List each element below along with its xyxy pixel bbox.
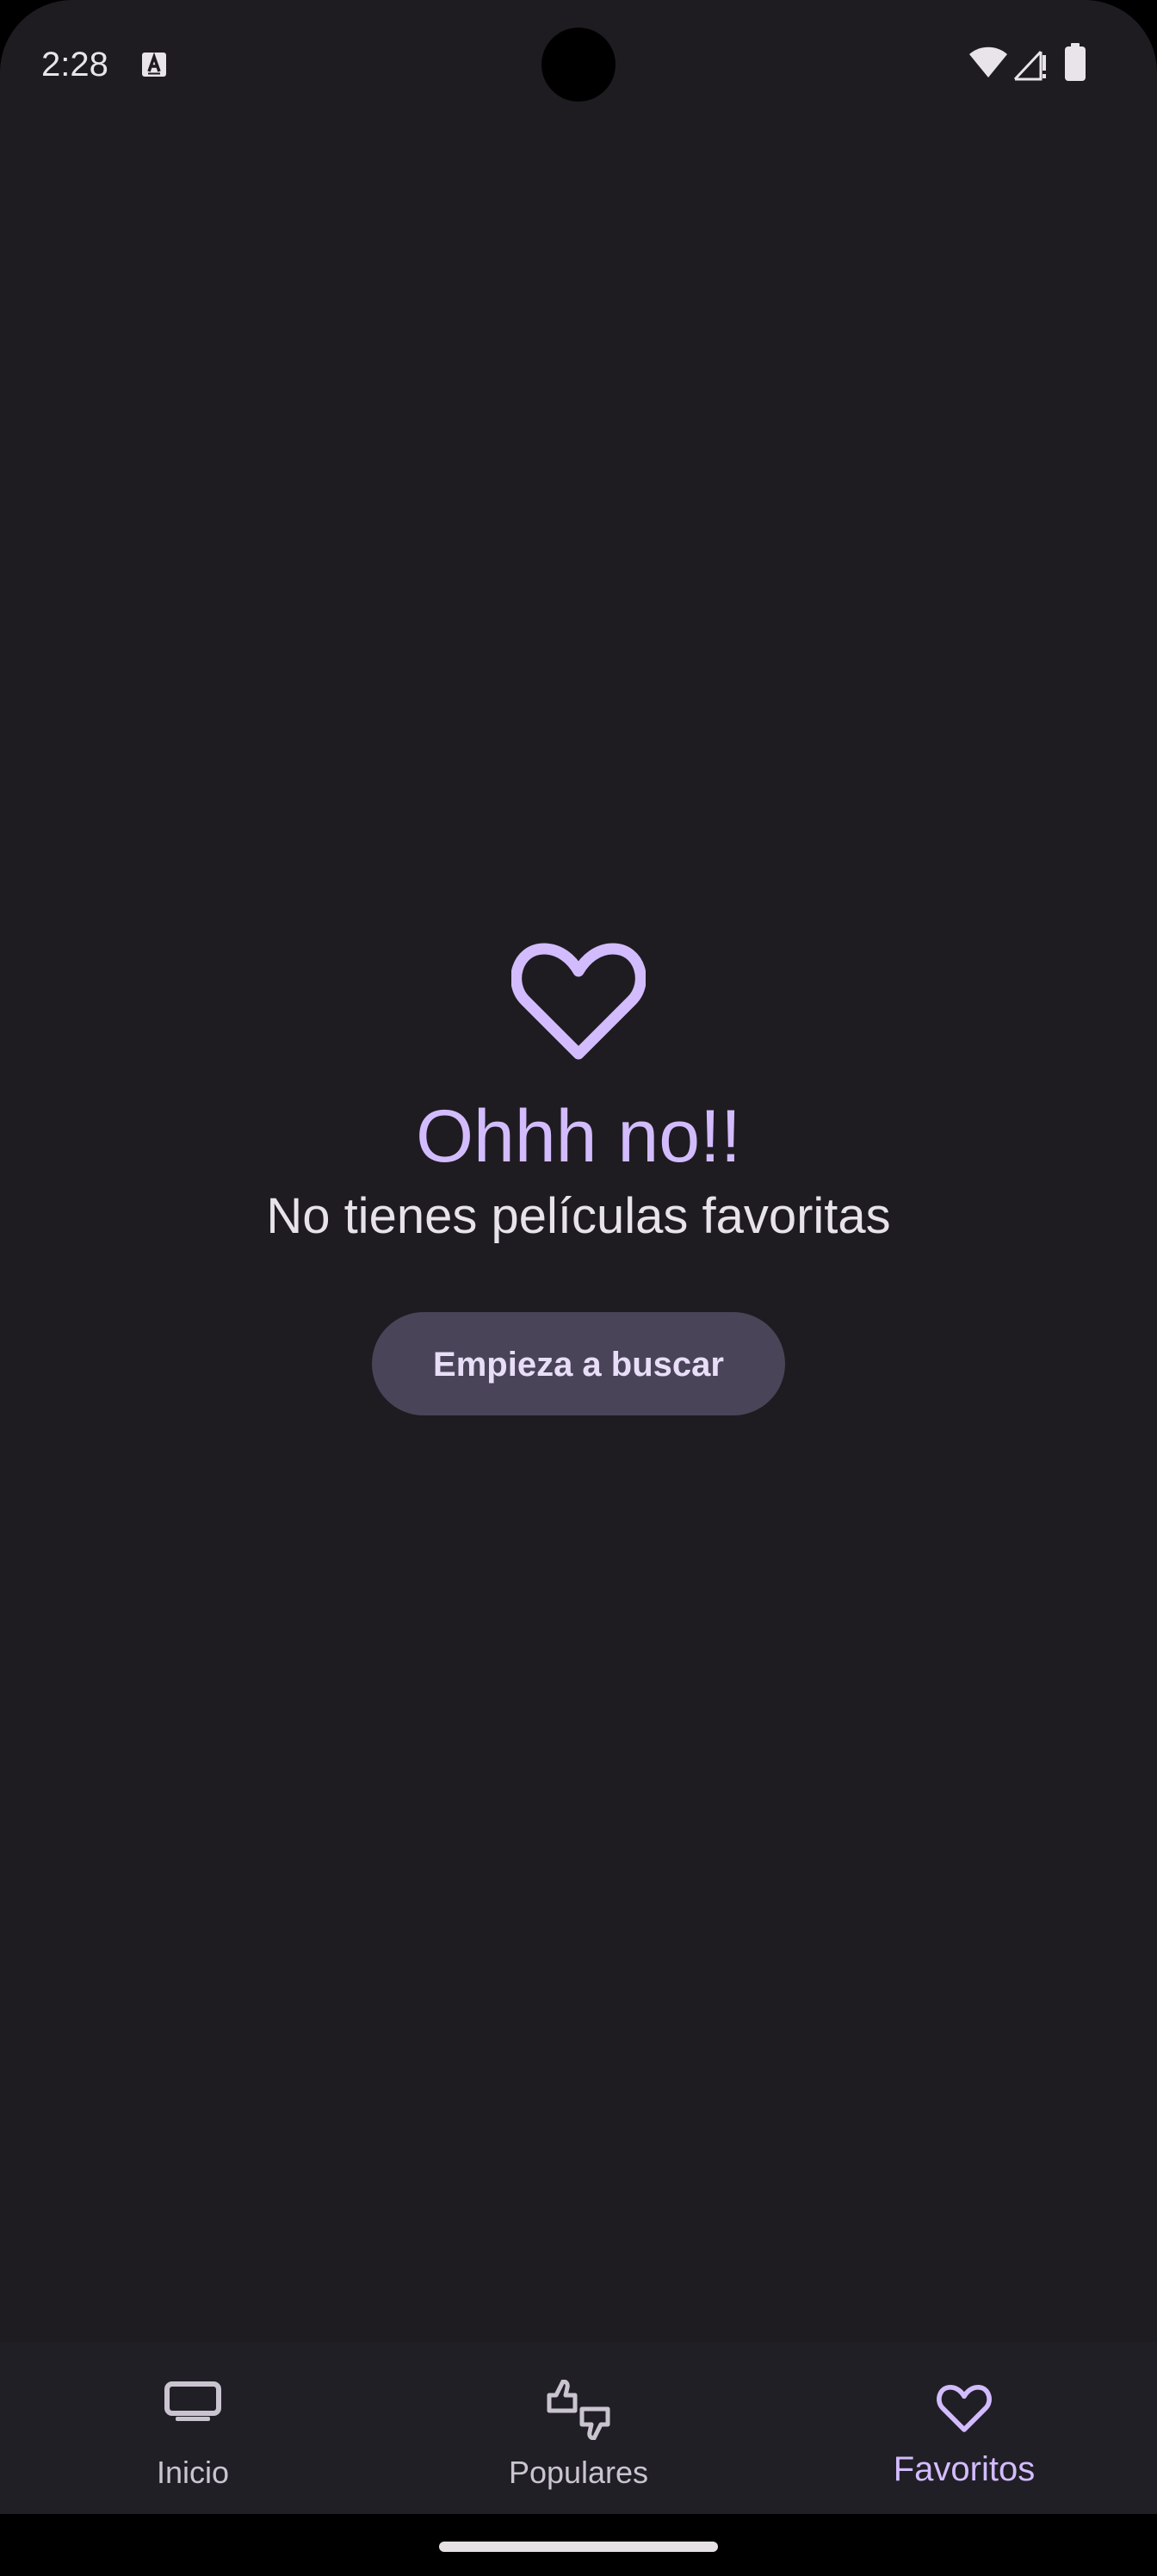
heart-outline-icon — [937, 2385, 992, 2432]
status-time: 2:28 — [41, 46, 108, 84]
home-indicator[interactable] — [439, 2542, 718, 2552]
thumbs-up-down-icon — [547, 2380, 610, 2440]
empty-favorites-state: Ohhh no!! No tienes películas favoritas … — [0, 938, 1157, 1415]
app-screen: 2:28 Ohhh no!! No tienes películas favor… — [0, 0, 1157, 2514]
status-bar: 2:28 — [0, 0, 1157, 129]
bottom-navigation: Inicio Populares Favoritos — [0, 2342, 1157, 2514]
heart-outline-icon — [511, 943, 646, 1060]
start-search-button[interactable]: Empieza a buscar — [372, 1312, 785, 1415]
wifi-icon — [969, 46, 1007, 77]
keyboard-a-icon — [142, 52, 166, 77]
nav-label-inicio: Inicio — [156, 2455, 230, 2490]
empty-title: Ohhh no!! — [416, 1095, 741, 1178]
nav-item-populares[interactable]: Populares — [386, 2342, 771, 2514]
tv-icon — [164, 2381, 221, 2421]
nav-item-inicio[interactable]: Inicio — [0, 2342, 386, 2514]
nav-item-favoritos[interactable]: Favoritos — [771, 2342, 1157, 2514]
camera-cutout — [541, 28, 616, 102]
signal-icon — [1013, 50, 1046, 81]
battery-icon — [1065, 43, 1086, 81]
empty-subtitle: No tienes películas favoritas — [266, 1188, 891, 1244]
nav-label-favoritos: Favoritos — [893, 2450, 1036, 2488]
nav-label-populares: Populares — [508, 2455, 649, 2490]
